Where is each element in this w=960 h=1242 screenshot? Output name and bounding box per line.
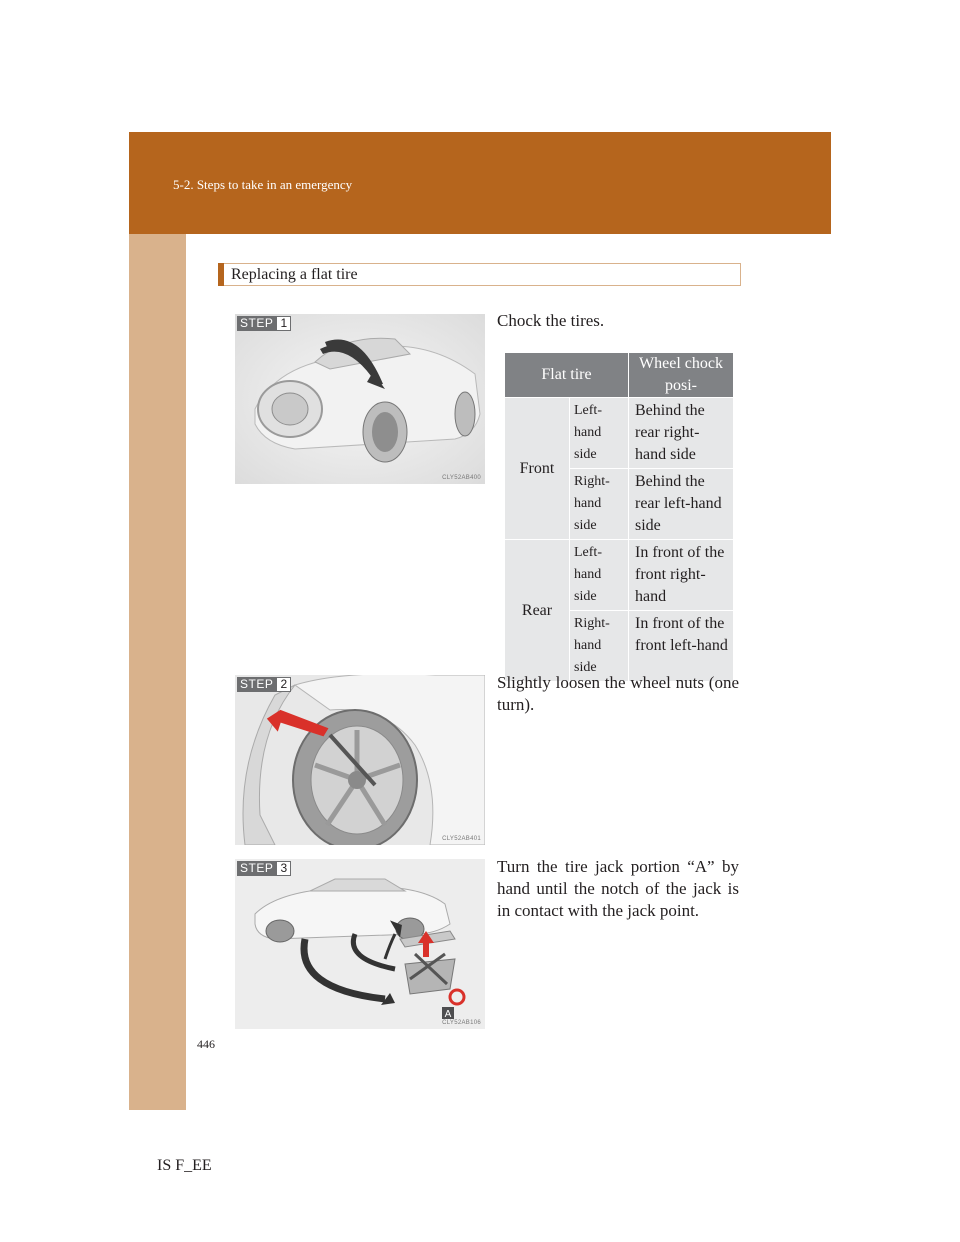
figure-code: CLY52AB106 (442, 1020, 481, 1026)
table-cell-chock: Behind the rear right-hand side (628, 397, 734, 469)
figure-code: CLY52AB400 (442, 475, 481, 481)
step-2-figure: STEP 2 CLY52AB401 (235, 675, 485, 845)
step-badge-label: STEP (237, 861, 277, 876)
table-header-chock-position: Wheel chock posi- (628, 352, 734, 398)
wheel-chock-table: Flat tire Wheel chock posi- Front Left-h… (504, 352, 734, 682)
table-cell-position: Rear (504, 539, 570, 682)
step-badge: STEP 1 (237, 316, 292, 331)
table-row: Front Left-hand side Behind the rear rig… (504, 397, 734, 540)
table-cell-chock: In front of the front left-hand (628, 610, 734, 682)
table-row: Rear Left-hand side In front of the fron… (504, 539, 734, 682)
tire-jack-icon: A (235, 859, 485, 1029)
step-badge: STEP 3 (237, 861, 292, 876)
step-badge-number: 2 (276, 677, 292, 692)
table-cell-chock: Behind the rear left-hand side (628, 468, 734, 540)
step-3-text: Turn the tire jack portion “A” by hand u… (497, 857, 739, 920)
step-2-text: Slightly loosen the wheel nuts (one turn… (497, 673, 739, 714)
step-badge-number: 3 (276, 861, 292, 876)
table-cell-side: Left-hand side (569, 397, 629, 469)
step-1-text: Chock the tires. (497, 311, 605, 330)
step-1-figure: STEP 1 CLY52AB400 (235, 314, 485, 484)
table-cell-position: Front (504, 397, 570, 540)
step-badge-label: STEP (237, 677, 277, 692)
step-badge-number: 1 (276, 316, 292, 331)
figure-code: CLY52AB401 (442, 836, 481, 842)
section-title-accent-bar (218, 263, 224, 286)
page-sidebar-strip (129, 132, 186, 1110)
section-title: Replacing a flat tire (231, 266, 358, 283)
table-cell-side: Right-hand side (569, 610, 629, 682)
step-badge-label: STEP (237, 316, 277, 331)
table-header-flat-tire: Flat tire (504, 352, 629, 398)
step-badge: STEP 2 (237, 677, 292, 692)
table-cell-chock: In front of the front right-hand (628, 539, 734, 611)
table-cell-side: Right-hand side (569, 468, 629, 540)
car-front-hood-open-icon (235, 314, 485, 484)
model-code: IS F_EE (157, 1157, 212, 1174)
table-cell-side: Left-hand side (569, 539, 629, 611)
callout-a-label: A (445, 1009, 452, 1020)
header-section-label: 5-2. Steps to take in an emergency (173, 177, 353, 192)
step-3-figure: A STEP 3 CLY52AB106 (235, 859, 485, 1029)
section-title-box: Replacing a flat tire (218, 263, 741, 286)
wheel-nut-loosen-icon (235, 675, 485, 845)
page-number: 446 (197, 1037, 215, 1051)
